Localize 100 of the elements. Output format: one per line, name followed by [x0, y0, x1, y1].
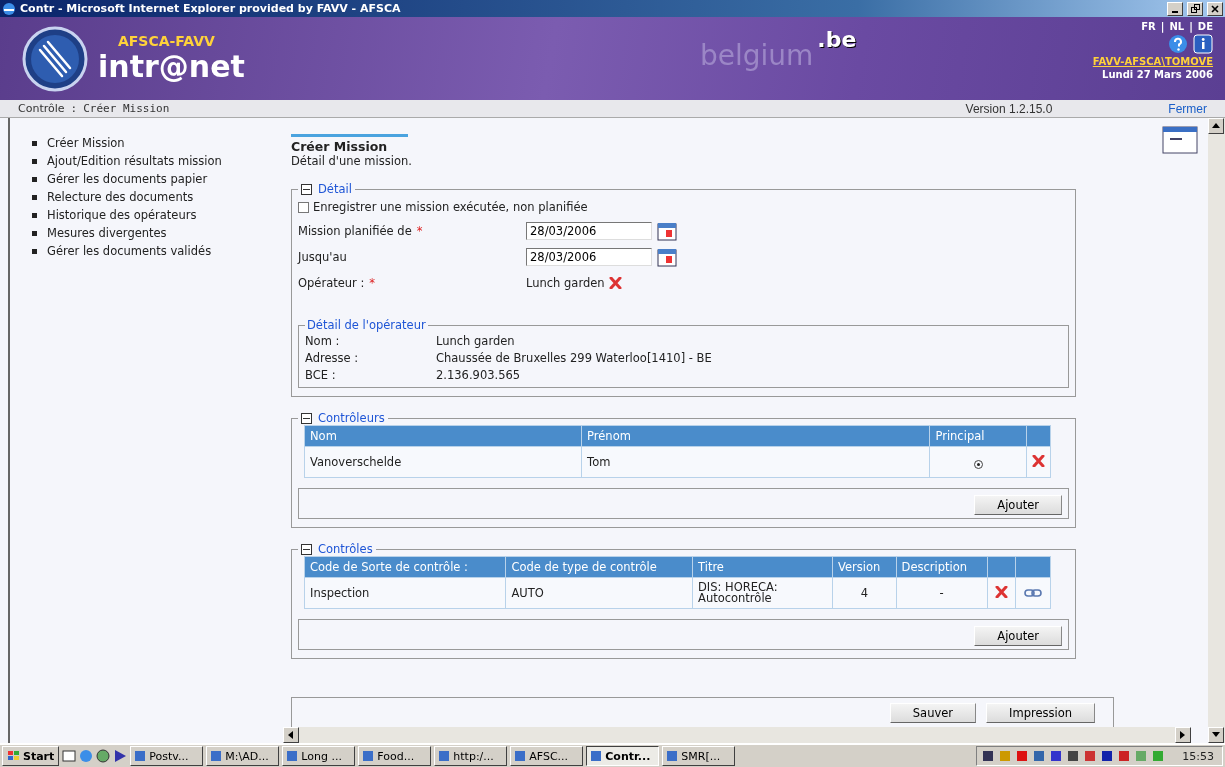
table-cell: AUTO	[505, 577, 693, 609]
breadcrumb-separator: :	[70, 102, 78, 115]
start-button[interactable]: Start	[2, 746, 60, 766]
help-icon[interactable]	[1168, 34, 1188, 54]
sidebar-item[interactable]: Historique des opérateurs	[32, 208, 283, 222]
collapse-toggle[interactable]	[301, 183, 312, 195]
taskbar-task[interactable]: Long ...	[282, 746, 356, 766]
tray-icon[interactable]	[1032, 749, 1047, 763]
close-link[interactable]: Fermer	[1168, 101, 1207, 116]
language-link[interactable]: NL	[1169, 21, 1185, 32]
field-label: Opérateur : *	[298, 276, 377, 290]
close-button[interactable]	[1207, 1, 1223, 16]
sidebar-item[interactable]: Gérer les documents papier	[32, 172, 283, 186]
calendar-icon[interactable]	[656, 246, 678, 268]
table-cell: -	[896, 577, 988, 609]
tray-icon[interactable]	[1049, 749, 1064, 763]
tray-icon[interactable]	[981, 749, 996, 763]
separator: |	[1160, 21, 1165, 32]
collapse-toggle[interactable]	[301, 412, 312, 424]
language-link[interactable]: FR	[1141, 21, 1156, 32]
operator-value: Lunch garden	[526, 276, 605, 290]
user-link[interactable]: FAVV-AFSCA\TOMOVE	[1092, 56, 1213, 67]
fork-logo-icon	[22, 25, 88, 92]
tray-icon[interactable]	[1100, 749, 1115, 763]
down-arrow-icon[interactable]	[1212, 732, 1220, 738]
close-icon	[1211, 4, 1219, 13]
delete-icon[interactable]	[1032, 454, 1045, 467]
sidebar-item[interactable]: Ajout/Edition résultats mission	[32, 154, 283, 168]
version-text: Version 1.2.15.0	[965, 101, 1053, 116]
window-icon[interactable]	[1162, 126, 1198, 154]
taskbar-task[interactable]: AFSC...	[510, 746, 584, 766]
sidebar-item[interactable]: Gérer les documents validés	[32, 244, 283, 258]
vertical-scrollbar[interactable]	[1208, 118, 1225, 743]
play-icon	[113, 749, 128, 763]
field-label: Mission planifiée de *	[298, 224, 424, 238]
field-label: Adresse :	[305, 350, 360, 365]
breadcrumb-page: Créer Mission	[83, 102, 170, 115]
print-button[interactable]: Impression	[986, 702, 1095, 723]
table-cell: Tom	[581, 446, 930, 478]
sidebar-item[interactable]: Relecture des documents	[32, 190, 283, 204]
tray-icon[interactable]	[1015, 749, 1030, 763]
table-cell: DIS: HORECA: Autocontrôle	[692, 577, 833, 609]
info-icon[interactable]	[1193, 34, 1213, 54]
table-cell: 4	[832, 577, 897, 609]
column-header: Code de Sorte de contrôle :	[304, 556, 506, 578]
table-cell: Inspection	[304, 577, 506, 609]
language-link[interactable]: DE	[1197, 21, 1213, 32]
brand-label: AFSCA-FAVV	[117, 33, 215, 49]
taskbar-task[interactable]: SMR[...	[662, 746, 736, 766]
tray-icon[interactable]	[1117, 749, 1132, 763]
calendar-icon[interactable]	[656, 220, 678, 242]
field-value: 2.136.903.565	[436, 367, 522, 382]
field-label: Jusqu'au	[298, 250, 348, 264]
column-header: Prénom	[581, 425, 930, 447]
field-label: Nom :	[305, 333, 341, 348]
up-arrow-icon[interactable]	[1212, 123, 1220, 129]
add-button[interactable]: Ajouter	[974, 626, 1062, 646]
window-title: Contr - Microsoft Internet Explorer provided by FAVV - AFSCA	[20, 2, 402, 15]
logo-text: intr@net	[98, 49, 245, 84]
unplanned-checkbox[interactable]: Enregistrer une mission exécutée, non planifiée	[298, 200, 1069, 214]
delete-icon[interactable]	[995, 585, 1009, 598]
app-icon	[362, 750, 375, 762]
taskbar-task[interactable]: M:\AD...	[206, 746, 280, 766]
app-icon	[286, 750, 299, 762]
horizontal-scrollbar[interactable]	[283, 727, 1191, 743]
app-icon	[438, 750, 451, 762]
app-icon	[666, 750, 679, 762]
panel-title: Contrôles	[318, 542, 373, 556]
domain-text: .be	[817, 27, 857, 52]
column-header: Principal	[929, 425, 1027, 447]
column-header: Version	[832, 556, 897, 578]
taskbar-task[interactable]: Contr...	[586, 746, 660, 766]
app-icon	[590, 750, 603, 762]
restore-button[interactable]	[1187, 1, 1203, 16]
save-button[interactable]: Sauver	[889, 702, 977, 723]
taskbar-task[interactable]: Postv...	[130, 746, 204, 766]
restore-icon	[1190, 4, 1200, 13]
app-icon	[210, 750, 223, 762]
field-label: BCE :	[305, 367, 337, 382]
right-arrow-icon[interactable]	[1180, 731, 1186, 739]
clock-text: 15:53	[1182, 749, 1214, 763]
desktop-icon	[62, 749, 77, 763]
collapse-toggle[interactable]	[301, 543, 312, 555]
left-arrow-icon[interactable]	[288, 731, 294, 739]
tray-icon[interactable]	[1066, 749, 1081, 763]
delete-icon[interactable]	[608, 277, 622, 289]
date-field[interactable]: 28/03/2006	[526, 248, 652, 266]
tray-icon[interactable]	[1083, 749, 1098, 763]
link-icon[interactable]	[1024, 589, 1043, 597]
app-icon	[134, 750, 147, 762]
taskbar-task[interactable]: http:/...	[434, 746, 508, 766]
sidebar-item[interactable]: Créer Mission	[32, 136, 283, 150]
add-button[interactable]: Ajouter	[974, 495, 1062, 515]
table-cell: Vanoverschelde	[304, 446, 582, 478]
date-field[interactable]: 28/03/2006	[526, 222, 652, 240]
minimize-button[interactable]	[1167, 1, 1183, 16]
taskbar-task[interactable]: Food...	[358, 746, 432, 766]
sidebar-item[interactable]: Mesures divergentes	[32, 226, 283, 240]
field-value: Lunch garden	[436, 333, 516, 348]
panel-title: Détail	[318, 182, 352, 196]
